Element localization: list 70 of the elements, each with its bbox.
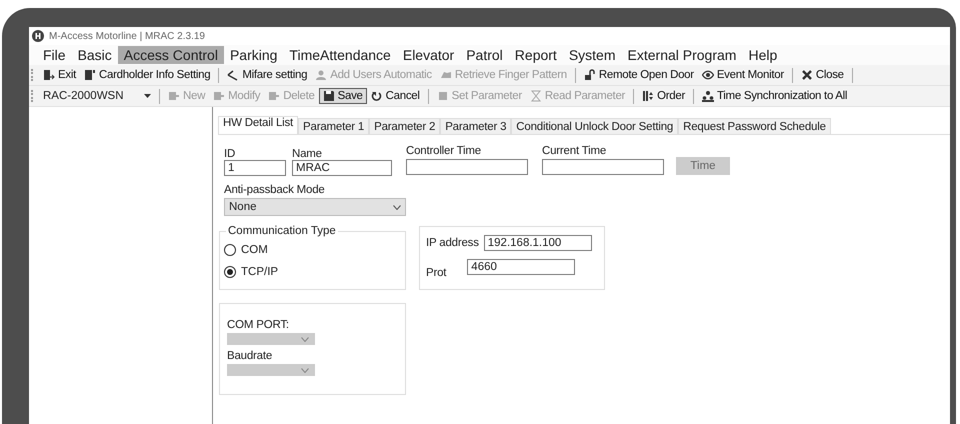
input-field[interactable]: MRAC <box>292 160 392 176</box>
menu-item[interactable]: Help <box>742 46 784 64</box>
radio-option[interactable]: COM <box>224 239 401 261</box>
radio-button[interactable] <box>224 244 236 256</box>
toolbar-button[interactable]: Mifare setting <box>223 67 312 83</box>
field-label: Name <box>292 148 323 160</box>
group-title: Communication Type <box>227 225 337 237</box>
input-field[interactable] <box>542 159 664 175</box>
caret-icon <box>144 94 151 98</box>
toolbar-button[interactable]: Cardholder Info Setting <box>80 67 214 83</box>
tab[interactable]: HW Detail List <box>218 116 298 134</box>
padlock-icon <box>584 69 596 81</box>
exit-icon <box>43 69 55 81</box>
device-dropdown[interactable]: RAC-2000WSN <box>39 90 155 102</box>
toolbar-button[interactable]: Remote Open Door <box>580 67 698 83</box>
menu-item[interactable]: Parking <box>224 46 284 64</box>
toolbar-button[interactable]: Time Synchronization to All <box>698 88 852 104</box>
radio-button[interactable] <box>224 266 236 278</box>
toolbar-button[interactable]: Event Monitor <box>698 67 788 83</box>
menu-item[interactable]: Elevator <box>396 46 460 64</box>
toolbar-button[interactable]: Cancel <box>366 88 424 104</box>
toolbar-button[interactable]: Order <box>638 88 689 104</box>
app-logo-icon <box>32 30 44 42</box>
people-icon <box>702 90 714 102</box>
hourglass-icon <box>530 90 542 102</box>
window-title: M-Access Motorline | MRAC 2.3.19 <box>49 30 205 42</box>
document-icon <box>213 90 226 102</box>
field-label: COM PORT: <box>227 319 289 331</box>
menu-item[interactable]: Patrol <box>460 46 509 64</box>
menu-item[interactable]: System <box>562 46 622 64</box>
menu-item[interactable]: File <box>37 46 72 64</box>
field-label: Prot <box>426 267 446 279</box>
document-icon <box>268 90 280 102</box>
menu-item[interactable]: Report <box>508 46 563 64</box>
tab[interactable]: Parameter 1 <box>298 118 370 134</box>
chevron-icon <box>393 204 401 210</box>
radio-label: TCP/IP <box>241 266 278 278</box>
input-field[interactable] <box>406 159 528 175</box>
menu-item[interactable]: External Program <box>622 46 742 64</box>
tab[interactable]: Conditional Unlock Door Setting <box>511 118 678 134</box>
input-field[interactable]: 4660 <box>467 259 576 275</box>
chevron-icon <box>301 336 309 342</box>
menu-item[interactable]: Access Control <box>118 46 224 64</box>
refresh-icon <box>370 90 383 102</box>
field-label: Controller Time <box>406 145 482 157</box>
toolbar-button[interactable]: Save <box>318 88 367 104</box>
close-icon <box>800 69 813 81</box>
tab[interactable]: Parameter 2 <box>369 118 440 134</box>
radio-option[interactable]: TCP/IP <box>224 261 401 283</box>
users-icon <box>315 69 328 81</box>
field-label: Anti-passback Mode <box>224 184 325 196</box>
input-field[interactable]: 192.168.1.100 <box>484 235 592 251</box>
tab[interactable]: Request Password Schedule <box>678 118 831 134</box>
document-icon <box>168 90 180 102</box>
anti-passback-dropdown[interactable]: None <box>224 198 406 216</box>
field-label: Current Time <box>542 145 608 157</box>
menu-item[interactable]: TimeAttendance <box>283 46 397 64</box>
menu-item[interactable]: Basic <box>72 46 118 64</box>
chevron-icon <box>301 368 309 372</box>
field-label: ID <box>224 148 236 160</box>
toolbar-button[interactable]: Exit <box>39 67 80 83</box>
sort-icon <box>642 90 654 102</box>
radio-label: COM <box>241 244 268 256</box>
toolbar-button[interactable]: Close <box>796 67 848 83</box>
input-field[interactable]: 1 <box>224 160 286 176</box>
field-label: Baudrate <box>227 350 272 362</box>
field-label: IP address <box>426 237 479 249</box>
eye-icon <box>702 69 714 81</box>
save-icon <box>322 90 335 102</box>
tab[interactable]: Parameter 3 <box>440 118 512 134</box>
